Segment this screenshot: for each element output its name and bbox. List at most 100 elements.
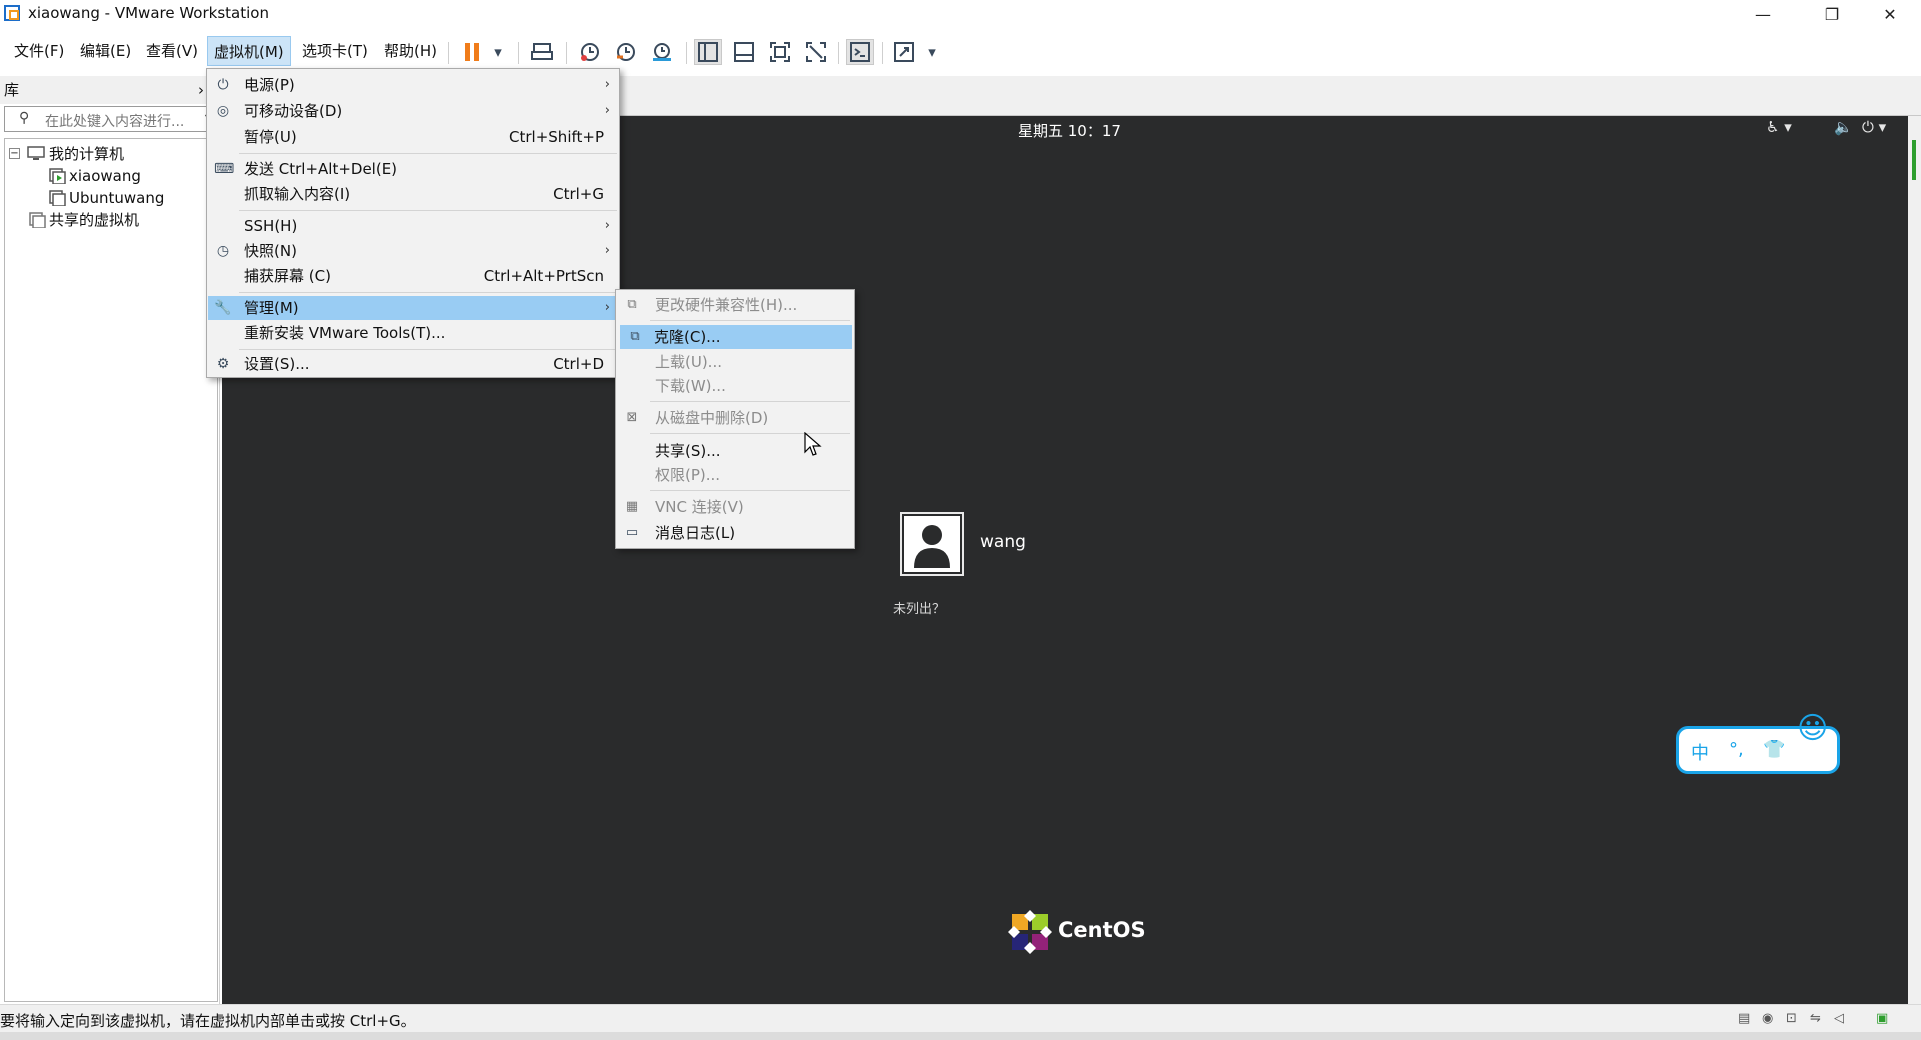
stretch-dropdown-icon[interactable]: ▾	[918, 39, 946, 65]
console-view-icon[interactable]	[846, 39, 874, 65]
unity-icon[interactable]	[802, 39, 830, 65]
menu-item-power[interactable]: ⏻ 电源(P) ›	[208, 73, 618, 97]
menu-item-send-cad[interactable]: ⌨ 发送 Ctrl+Alt+Del(E)	[208, 157, 618, 181]
ime-punctuation[interactable]: °,	[1729, 739, 1744, 760]
centos-logo-icon	[1008, 910, 1052, 954]
cd-drive-status-icon[interactable]: ◉	[1762, 1011, 1780, 1027]
thumbnail-bar-icon[interactable]	[730, 39, 758, 65]
submenu-item-clone[interactable]: ⧉ 克隆(C)...	[620, 325, 852, 349]
snapshot-take-icon[interactable]	[576, 39, 604, 65]
menu-label-capture: 捕获屏幕 (C)	[244, 267, 331, 285]
sound-status-icon[interactable]: ◁	[1834, 1011, 1852, 1027]
shared-vm-icon	[29, 212, 46, 228]
settings-icon: ⚙	[216, 356, 230, 372]
submenu-item-download[interactable]: 下载(W)...	[617, 374, 853, 398]
stretch-guest-icon[interactable]	[890, 39, 918, 65]
submenu-item-message-log[interactable]: ▭ 消息日志(L)	[617, 521, 853, 545]
menu-item-capture-screen[interactable]: 捕获屏幕 (C) Ctrl+Alt+PrtScn	[208, 264, 618, 288]
menu-item-reinstall-tools[interactable]: 重新安装 VMware Tools(T)...	[208, 321, 618, 345]
title-bar: xiaowang - VMware Workstation — ❐ ✕	[0, 0, 1921, 28]
menu-label-manage: 管理(M)	[244, 299, 299, 317]
ime-skin-icon[interactable]: 👕	[1763, 739, 1785, 760]
submenu-label-delete: 从磁盘中删除(D)	[655, 409, 769, 427]
library-search-input[interactable]: ⚲ 在此处键入内容进行... ▾	[4, 106, 214, 132]
menu-item-removable-devices[interactable]: ◎ 可移动设备(D) ›	[208, 99, 618, 123]
shortcut-capture: Ctrl+Alt+PrtScn	[483, 267, 604, 285]
menu-tabs[interactable]: 选项卡(T)	[296, 36, 374, 66]
scrollbar-indicator	[1912, 140, 1916, 180]
vm-scrollbar[interactable]	[1908, 116, 1921, 1004]
submenu-item-upload[interactable]: 上载(U)...	[617, 350, 853, 374]
tree-label-my-computer: 我的计算机	[49, 145, 125, 163]
snapshot-revert-icon[interactable]	[612, 39, 640, 65]
menu-item-grab-input[interactable]: 抓取输入内容(I) Ctrl+G	[208, 182, 618, 206]
usb-status-icon[interactable]: ⇋	[1810, 1011, 1828, 1027]
pause-icon[interactable]	[458, 39, 486, 65]
toolbar-separator	[448, 42, 449, 64]
menu-separator	[239, 349, 617, 350]
submenu-item-vnc[interactable]: ▦ VNC 连接(V)	[617, 495, 853, 519]
status-bar: 要将输入定向到该虚拟机，请在虚拟机内部单击或按 Ctrl+G。 ▤ ◉ ⊡ ⇋ …	[0, 1004, 1921, 1032]
menu-label-reinstall-tools: 重新安装 VMware Tools(T)...	[244, 324, 446, 342]
menu-item-ssh[interactable]: SSH(H) ›	[208, 214, 618, 238]
user-name[interactable]: wang	[980, 532, 1026, 552]
ime-toolbar[interactable]: 中 °, 👕 ☺	[1676, 711, 1840, 774]
menu-label-pause: 暂停(U)	[244, 128, 297, 146]
menu-item-settings[interactable]: ⚙ 设置(S)... Ctrl+D	[208, 352, 618, 376]
submenu-arrow-icon: ›	[604, 103, 610, 118]
accessibility-icon[interactable]: ♿ ▾	[1766, 118, 1792, 136]
menu-separator	[239, 292, 617, 293]
status-message: 要将输入定向到该虚拟机，请在虚拟机内部单击或按 Ctrl+G。	[0, 1012, 416, 1030]
hard-disk-status-icon[interactable]: ▤	[1738, 1011, 1756, 1027]
menu-help[interactable]: 帮助(H)	[378, 36, 443, 66]
ime-mode-text[interactable]: 中	[1691, 739, 1709, 765]
menu-edit[interactable]: 编辑(E)	[74, 36, 137, 66]
snapshot-manager-icon[interactable]	[648, 39, 676, 65]
library-close-icon[interactable]: ›	[198, 76, 204, 104]
library-title: 库	[4, 81, 20, 99]
toolbar-separator	[686, 42, 687, 64]
menu-item-pause[interactable]: 暂停(U) Ctrl+Shift+P	[208, 125, 618, 149]
search-placeholder: 在此处键入内容进行...	[45, 114, 185, 130]
menu-label-snapshot: 快照(N)	[244, 242, 297, 260]
not-listed-link[interactable]: 未列出？	[893, 598, 945, 617]
menu-item-manage[interactable]: 🔧 管理(M) ›	[208, 296, 618, 320]
submenu-label-share: 共享(S)...	[655, 442, 721, 460]
full-screen-icon[interactable]	[766, 39, 794, 65]
menu-file[interactable]: 文件(F)	[8, 36, 70, 66]
close-button[interactable]: ✕	[1861, 0, 1919, 28]
user-avatar[interactable]	[900, 512, 964, 576]
guest-clock[interactable]: 星期五 10：17	[1018, 120, 1121, 141]
window-title: xiaowang - VMware Workstation	[28, 4, 269, 22]
keyboard-icon: ⌨	[214, 161, 235, 177]
network-status-icon[interactable]: ⊡	[1786, 1011, 1804, 1027]
volume-icon[interactable]: 🔈	[1834, 118, 1853, 136]
power-menu-icon[interactable]: ⏻ ▾	[1862, 118, 1886, 136]
menu-vm[interactable]: 虚拟机(M)	[207, 36, 291, 66]
send-cad-icon[interactable]	[528, 39, 556, 65]
show-library-icon[interactable]	[694, 39, 722, 65]
clone-icon: ⧉	[630, 329, 640, 344]
submenu-item-permissions[interactable]: 权限(P)...	[617, 463, 853, 487]
computer-icon	[27, 146, 45, 160]
shortcut-settings: Ctrl+D	[553, 355, 604, 373]
power-icon: ⏻	[217, 77, 229, 93]
wrench-icon: 🔧	[214, 300, 232, 316]
menu-item-snapshot[interactable]: ◷ 快照(N) ›	[208, 239, 618, 263]
menu-bar: 文件(F) 编辑(E) 查看(V) 虚拟机(M) 选项卡(T) 帮助(H) ▾ …	[0, 36, 1921, 66]
toolbar-separator	[838, 42, 839, 64]
restore-button[interactable]: ❐	[1803, 0, 1861, 28]
removable-device-icon: ◎	[216, 103, 230, 119]
submenu-arrow-icon: ›	[604, 243, 610, 258]
submenu-item-delete-from-disk[interactable]: ⊠ 从磁盘中删除(D)	[617, 406, 853, 430]
pause-dropdown-icon[interactable]: ▾	[484, 39, 512, 65]
minimize-button[interactable]: —	[1734, 0, 1792, 28]
collapse-icon[interactable]: −	[9, 148, 20, 159]
submenu-item-change-hardware[interactable]: ⧉ 更改硬件兼容性(H)...	[617, 293, 853, 317]
display-status-icon[interactable]: ▣	[1876, 1011, 1894, 1027]
vm-icon	[49, 190, 66, 206]
shortcut-grab-input: Ctrl+G	[553, 185, 604, 203]
submenu-label-change-hw: 更改硬件兼容性(H)...	[655, 296, 798, 314]
menu-view[interactable]: 查看(V)	[140, 36, 204, 66]
menu-separator	[239, 210, 617, 211]
